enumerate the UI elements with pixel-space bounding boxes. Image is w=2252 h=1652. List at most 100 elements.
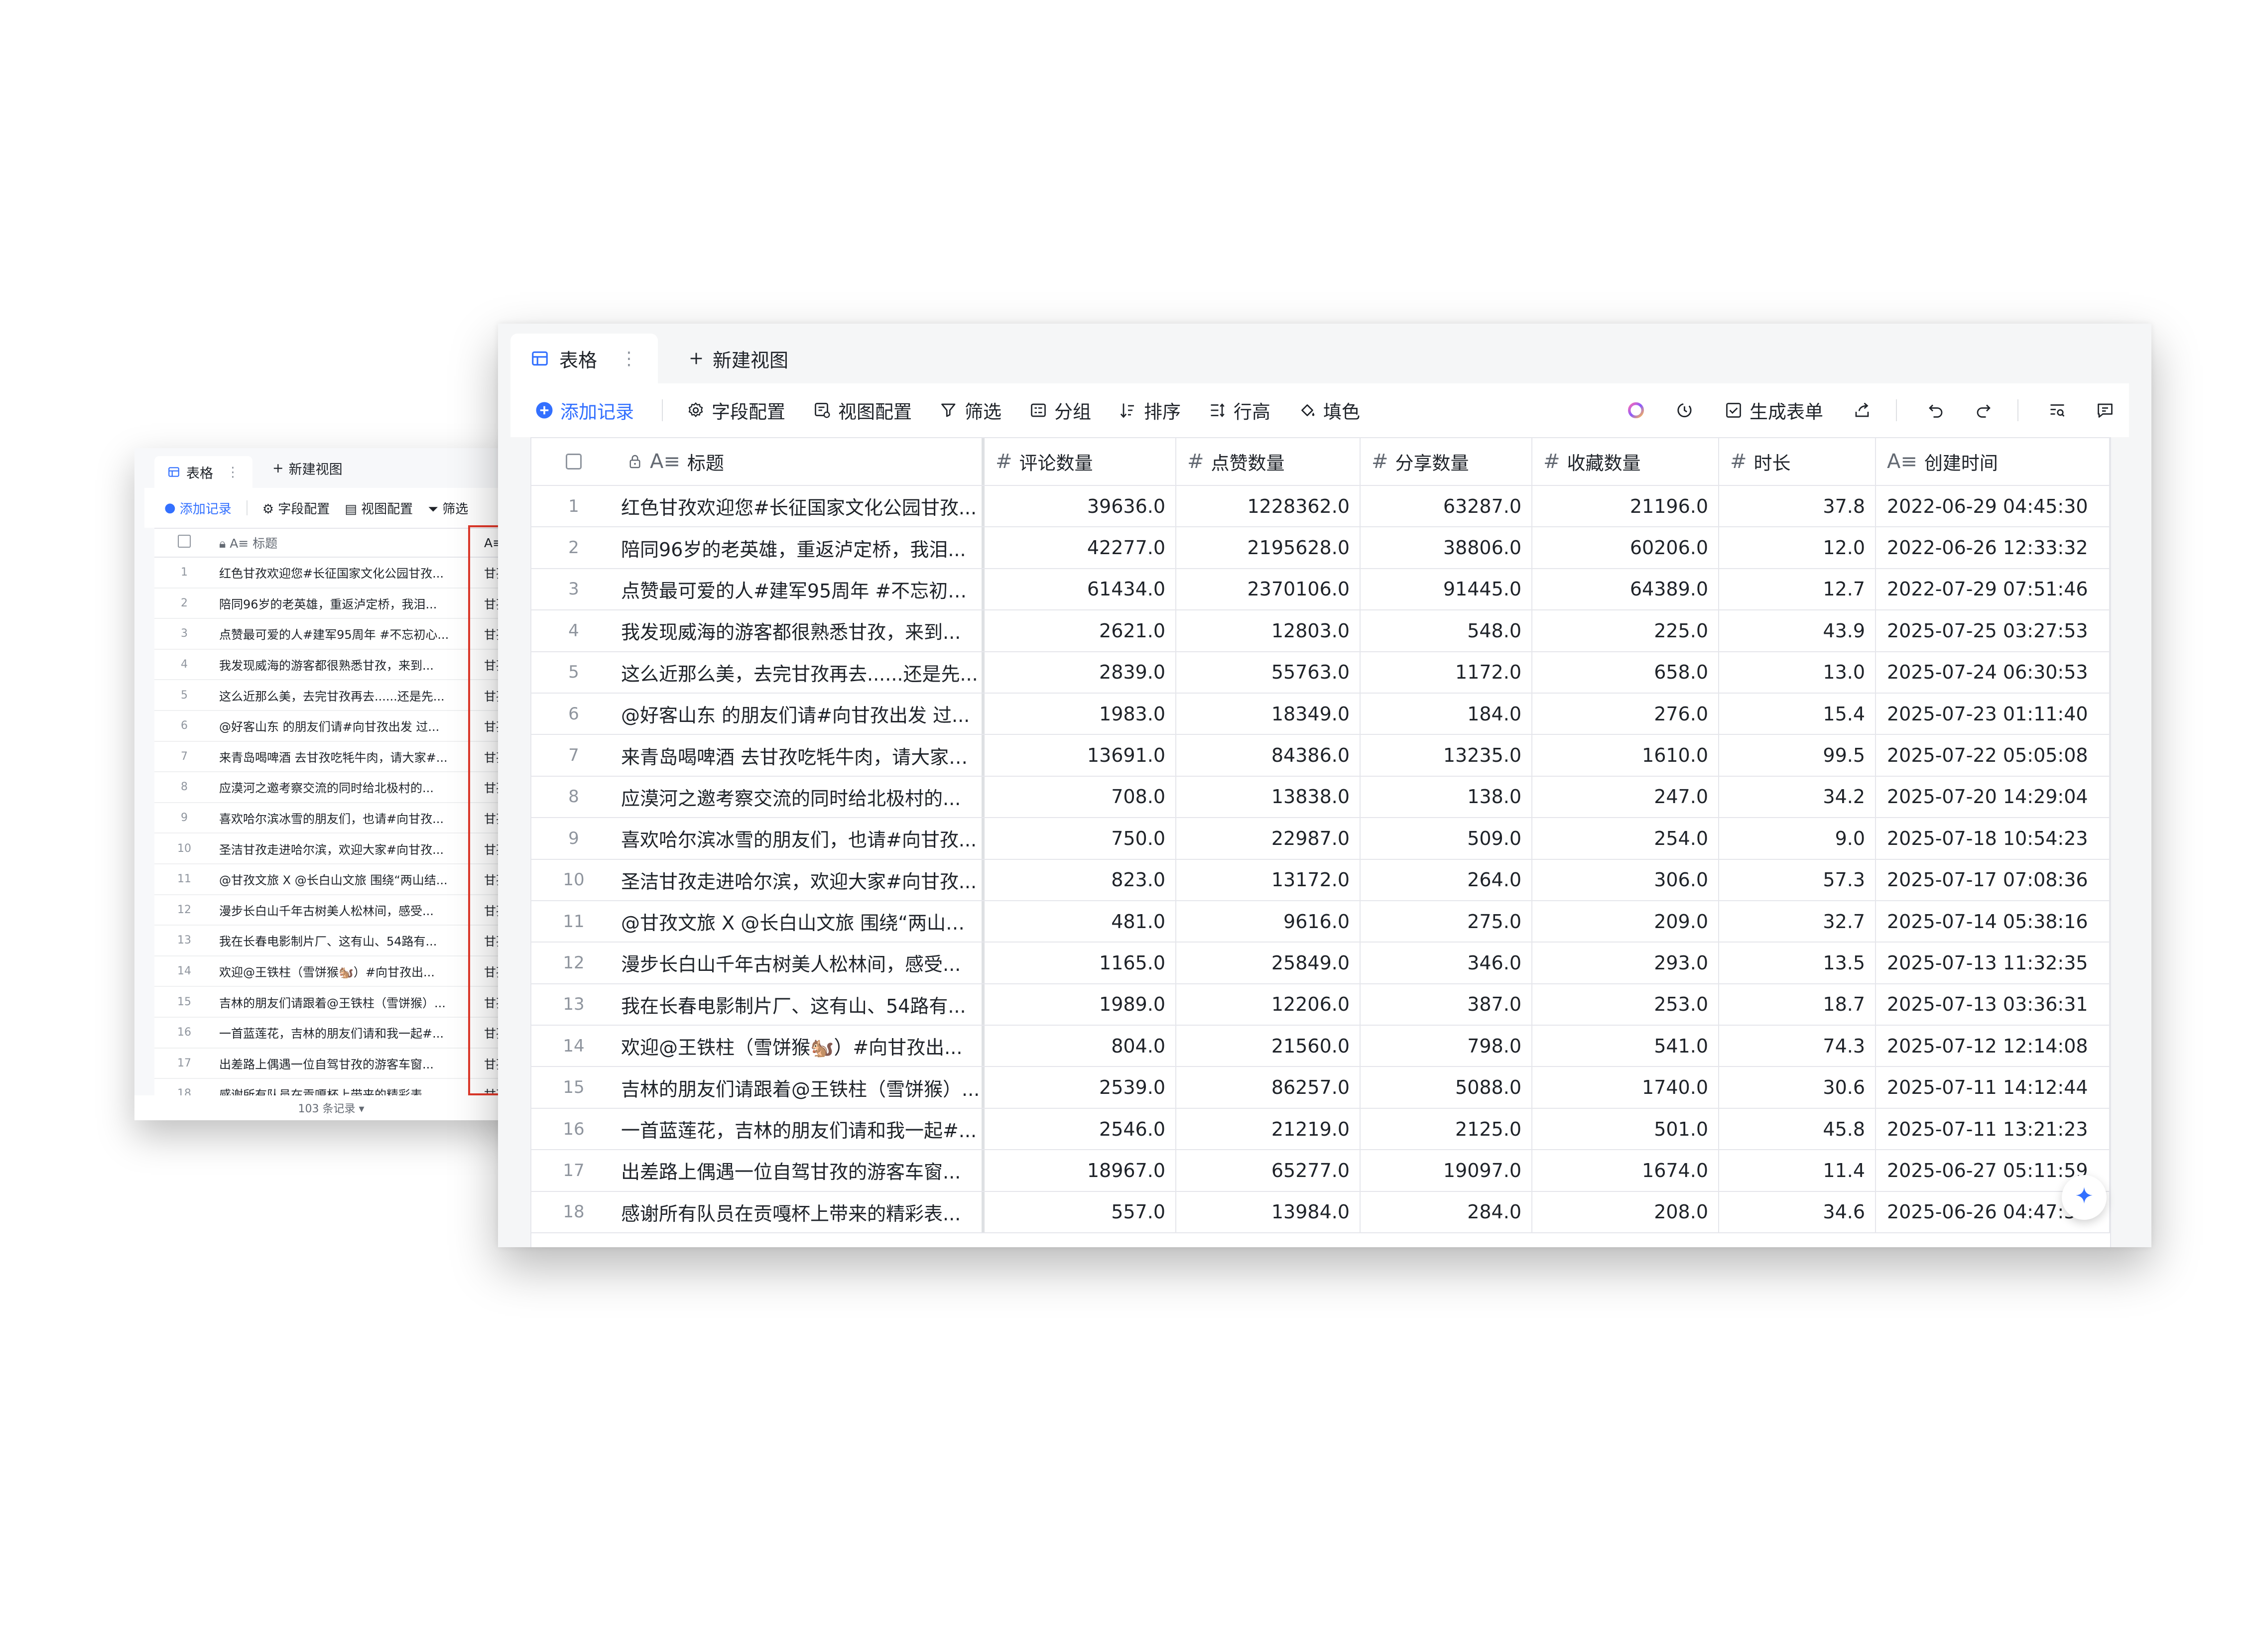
back-cell-title[interactable]: 一首蓝莲花，吉林的朋友们请和我一起#... [214,1024,478,1041]
back-cell-title[interactable]: 喜欢哈尔滨冰雪的朋友们，也请#向甘孜... [214,809,478,826]
cell-likes[interactable]: 2195628.0 [1176,527,1361,568]
column-header-duration[interactable]: # 时长 [1719,438,1876,485]
back-cell-title[interactable]: 来青岛喝啤酒 去甘孜吃牦牛肉，请大家#... [214,748,478,765]
more-icon[interactable]: ⋮ [226,465,240,480]
cell-shares[interactable]: 275.0 [1361,901,1532,942]
cell-duration[interactable]: 15.4 [1719,693,1876,734]
cell-favorites[interactable]: 254.0 [1532,818,1719,859]
cell-favorites[interactable]: 209.0 [1532,901,1719,942]
cell-likes[interactable]: 13172.0 [1176,859,1361,900]
cell-duration[interactable]: 74.3 [1719,1026,1876,1066]
cell-shares[interactable]: 184.0 [1361,693,1532,734]
cell-duration[interactable]: 34.2 [1719,776,1876,818]
cell-likes[interactable]: 21560.0 [1176,1026,1361,1066]
redo-button[interactable] [1975,401,1993,419]
table-row[interactable]: 12 漫步长白山千年古树美人松林间，感受... 1165.0 25849.0 346.0… [531,943,2110,984]
cell-likes[interactable]: 55763.0 [1176,652,1361,693]
back-cell-title[interactable]: 吉林的朋友们请跟着@王铁柱（雪饼猴）... [214,993,478,1011]
cell-shares[interactable]: 38806.0 [1361,527,1532,568]
row-height-button[interactable]: 行高 [1209,397,1270,424]
cell-created[interactable]: 2022-07-29 07:51:46 [1876,569,2110,610]
cell-favorites[interactable]: 541.0 [1532,1026,1719,1066]
cell-shares[interactable]: 91445.0 [1361,569,1532,610]
cell-likes[interactable]: 21219.0 [1176,1108,1361,1150]
back-filter-button[interactable]: ⏷ 筛选 [428,499,468,517]
cell-title[interactable]: 圣洁甘孜走进哈尔滨，欢迎大家#向甘孜... [616,859,985,900]
cell-shares[interactable]: 5088.0 [1361,1067,1532,1108]
cell-likes[interactable]: 2370106.0 [1176,569,1361,610]
select-all-checkbox[interactable] [531,438,616,485]
back-cell-title[interactable]: 出差路上偶遇一位自驾甘孜的游客车窗... [214,1055,478,1072]
cell-comments[interactable]: 1165.0 [985,943,1176,983]
cell-comments[interactable]: 2539.0 [985,1067,1176,1108]
cell-likes[interactable]: 13838.0 [1176,776,1361,818]
cell-duration[interactable]: 13.0 [1719,652,1876,693]
cell-comments[interactable]: 481.0 [985,901,1176,942]
cell-comments[interactable]: 1989.0 [985,984,1176,1025]
back-cell-title[interactable]: 漫步长白山千年古树美人松林间，感受... [214,901,478,919]
back-cell-title[interactable]: 我在长春电影制片厂、这有山、54路有... [214,932,478,949]
cell-duration[interactable]: 99.5 [1719,735,1876,776]
cell-duration[interactable]: 11.4 [1719,1150,1876,1191]
table-row[interactable]: 5 这么近那么美，去完甘孜再去......还是先... 2839.0 55763.0 1… [531,652,2110,694]
cell-title[interactable]: 这么近那么美，去完甘孜再去......还是先... [616,652,985,693]
cell-favorites[interactable]: 208.0 [1532,1191,1719,1233]
cell-created[interactable]: 2025-07-13 03:36:31 [1876,984,2110,1025]
cell-duration[interactable]: 32.7 [1719,901,1876,942]
cell-shares[interactable]: 509.0 [1361,818,1532,859]
group-button[interactable]: 分组 [1029,397,1091,424]
back-cell-title[interactable]: 圣洁甘孜走进哈尔滨，欢迎大家#向甘孜... [214,840,478,857]
table-row[interactable]: 14 欢迎@王铁柱（雪饼猴🐿️）#向甘孜出... 804.0 21560.0 798.0… [531,1026,2110,1067]
cell-favorites[interactable]: 501.0 [1532,1108,1719,1150]
cell-comments[interactable]: 2621.0 [985,610,1176,651]
table-row[interactable]: 17 出差路上偶遇一位自驾甘孜的游客车窗... 18967.0 65277.0 1909… [531,1150,2110,1192]
cell-title[interactable]: 应漠河之邀考察交流的同时给北极村的... [616,776,985,818]
back-cell-title[interactable]: 应漠河之邀考察交流的同时给北极村的... [214,778,478,796]
back-cell-title[interactable]: 我发现威海的游客都很熟悉甘孜，来到... [214,656,478,673]
cell-favorites[interactable]: 60206.0 [1532,527,1719,568]
cell-created[interactable]: 2025-07-11 13:21:23 [1876,1108,2110,1150]
comment-button[interactable] [2096,401,2114,419]
back-add-record-button[interactable]: ● 添加记录 [164,499,232,517]
back-new-view-button[interactable]: + 新建视图 [272,459,343,478]
table-row[interactable]: 16 一首蓝莲花，吉林的朋友们请和我一起#... 2546.0 21219.0 2125… [531,1108,2110,1151]
new-view-button[interactable]: 新建视图 [658,334,788,383]
column-header-favorites[interactable]: # 收藏数量 [1532,438,1719,485]
cell-comments[interactable]: 2546.0 [985,1108,1176,1150]
cell-title[interactable]: 来青岛喝啤酒 去甘孜吃牦牛肉，请大家#... [616,735,985,776]
cell-comments[interactable]: 557.0 [985,1191,1176,1233]
cell-comments[interactable]: 750.0 [985,818,1176,859]
cell-comments[interactable]: 42277.0 [985,527,1176,568]
table-row[interactable]: 9 喜欢哈尔滨冰雪的朋友们，也请#向甘孜... 750.0 22987.0 509.0 2… [531,818,2110,860]
share-button[interactable] [1853,401,1871,419]
cell-duration[interactable]: 13.5 [1719,943,1876,983]
cell-duration[interactable]: 30.6 [1719,1067,1876,1108]
more-icon[interactable]: ⋮ [620,349,638,369]
column-header-comments[interactable]: # 评论数量 [985,438,1176,485]
cell-title[interactable]: 我在长春电影制片厂、这有山、54路有... [616,984,985,1025]
cell-shares[interactable]: 798.0 [1361,1026,1532,1066]
cell-duration[interactable]: 9.0 [1719,818,1876,859]
cell-comments[interactable]: 823.0 [985,859,1176,900]
column-header-likes[interactable]: # 点赞数量 [1176,438,1361,485]
cell-likes[interactable]: 1228362.0 [1176,486,1361,527]
column-header-created[interactable]: A≡ 创建时间 [1876,438,2110,485]
cell-likes[interactable]: 25849.0 [1176,943,1361,983]
cell-favorites[interactable]: 1740.0 [1532,1067,1719,1108]
cell-comments[interactable]: 1983.0 [985,693,1176,734]
cell-shares[interactable]: 387.0 [1361,984,1532,1025]
cell-favorites[interactable]: 253.0 [1532,984,1719,1025]
sort-button[interactable]: 排序 [1119,397,1181,424]
cell-created[interactable]: 2025-07-13 11:32:35 [1876,943,2110,983]
undo-button[interactable] [1927,401,1945,419]
add-record-button[interactable]: 添加记录 [535,397,634,424]
cell-likes[interactable]: 12206.0 [1176,984,1361,1025]
table-row[interactable]: 13 我在长春电影制片厂、这有山、54路有... 1989.0 12206.0 387.… [531,984,2110,1026]
cell-shares[interactable]: 264.0 [1361,859,1532,900]
cell-title[interactable]: 欢迎@王铁柱（雪饼猴🐿️）#向甘孜出... [616,1026,985,1066]
view-config-button[interactable]: 视图配置 [813,397,912,424]
table-row[interactable]: 4 我发现威海的游客都很熟悉甘孜，来到... 2621.0 12803.0 548.0 2… [531,610,2110,652]
cell-created[interactable]: 2025-07-11 14:12:44 [1876,1067,2110,1108]
cell-title[interactable]: 一首蓝莲花，吉林的朋友们请和我一起#... [616,1108,985,1150]
cell-shares[interactable]: 19097.0 [1361,1150,1532,1191]
